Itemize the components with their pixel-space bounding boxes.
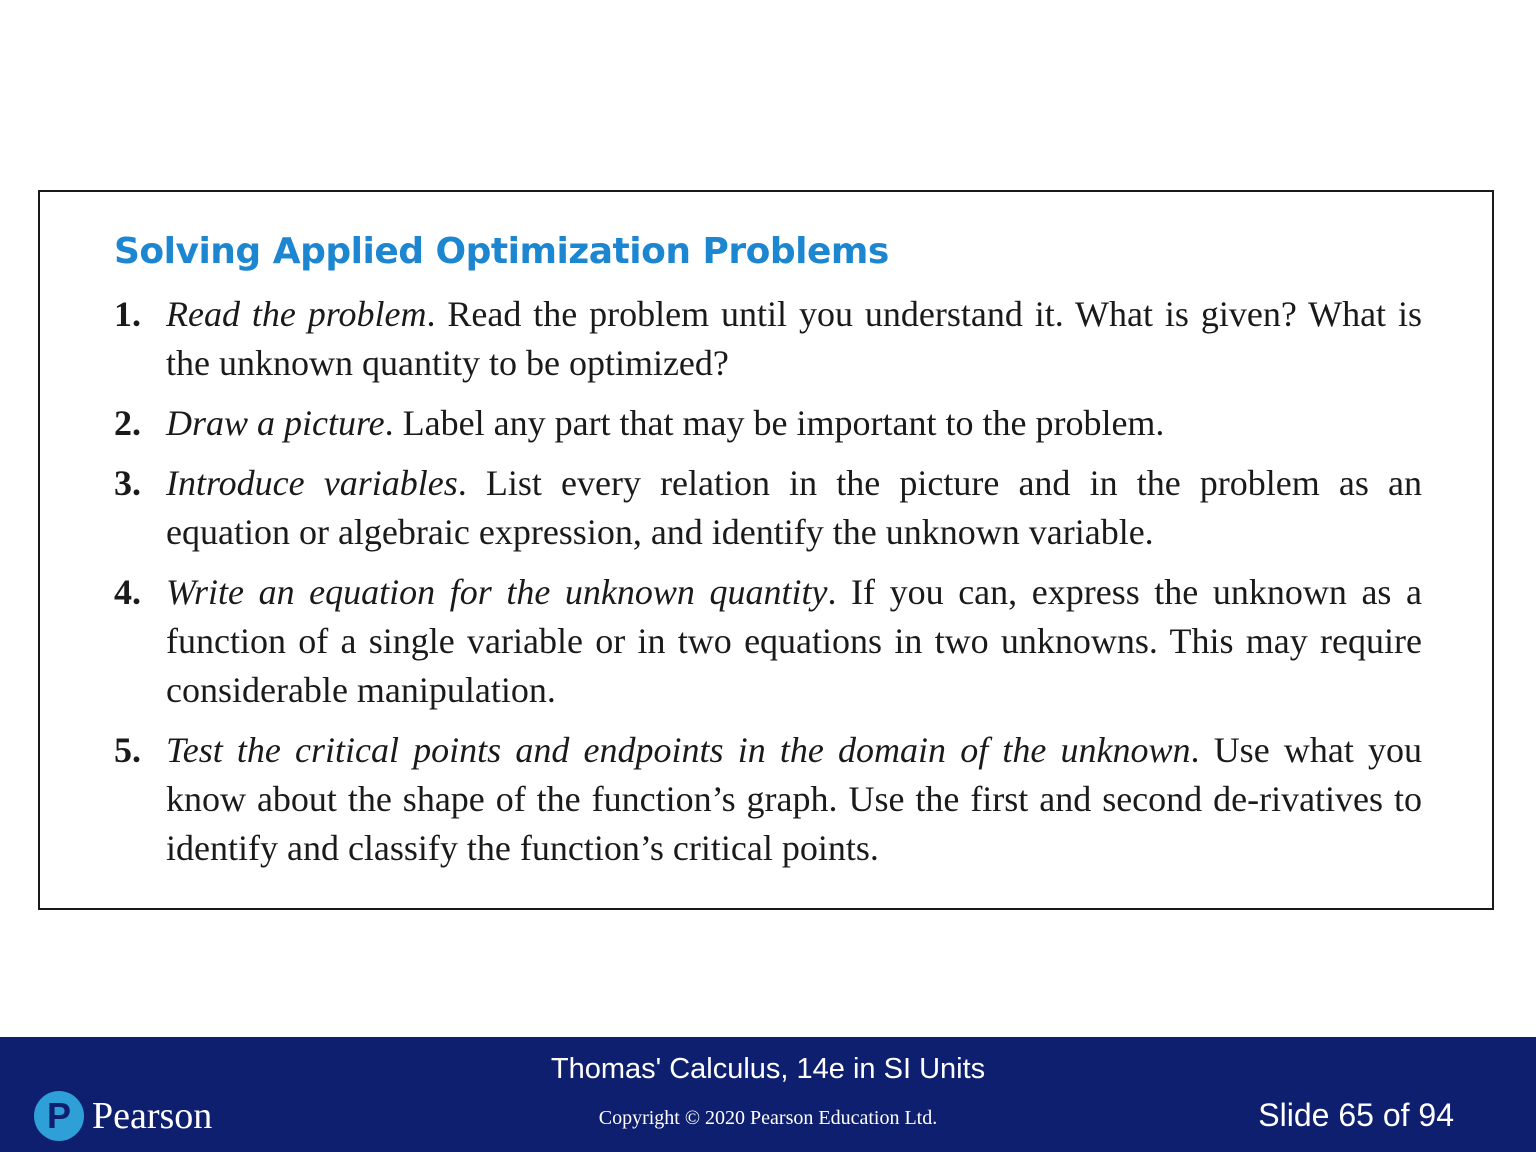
steps-list: 1. Read the problem. Read the problem unt… xyxy=(114,290,1422,884)
slide-counter: Slide 65 of 94 xyxy=(1258,1097,1454,1133)
step-item: 3. Introduce variables. List every relati… xyxy=(114,459,1422,557)
step-lead: Draw a picture xyxy=(166,403,385,443)
step-number: 4. xyxy=(114,572,141,612)
step-number: 2. xyxy=(114,403,141,443)
step-number: 5. xyxy=(114,730,141,770)
step-number: 1. xyxy=(114,294,141,334)
step-item: 2. Draw a picture. Label any part that ma… xyxy=(114,399,1422,448)
step-lead: Introduce variables xyxy=(166,463,458,503)
step-item: 5. Test the critical points and endpoints… xyxy=(114,726,1422,873)
step-lead: Read the problem xyxy=(166,294,427,334)
step-item: 4. Write an equation for the unknown quan… xyxy=(114,568,1422,715)
step-lead: Write an equation for the unknown quanti… xyxy=(166,572,828,612)
book-title: Thomas' Calculus, 14e in SI Units xyxy=(550,1053,986,1085)
step-text: . Label any part that may be important t… xyxy=(384,403,1165,443)
step-number: 3. xyxy=(114,463,141,503)
procedure-box: Solving Applied Optimization Problems 1.… xyxy=(38,190,1494,910)
step-item: 1. Read the problem. Read the problem unt… xyxy=(114,290,1422,388)
box-title: Solving Applied Optimization Problems xyxy=(114,231,889,272)
step-lead: Test the critical points and endpoints i… xyxy=(166,730,1191,770)
slide-footer: P Pearson Thomas' Calculus, 14e in SI Un… xyxy=(0,1037,1536,1152)
